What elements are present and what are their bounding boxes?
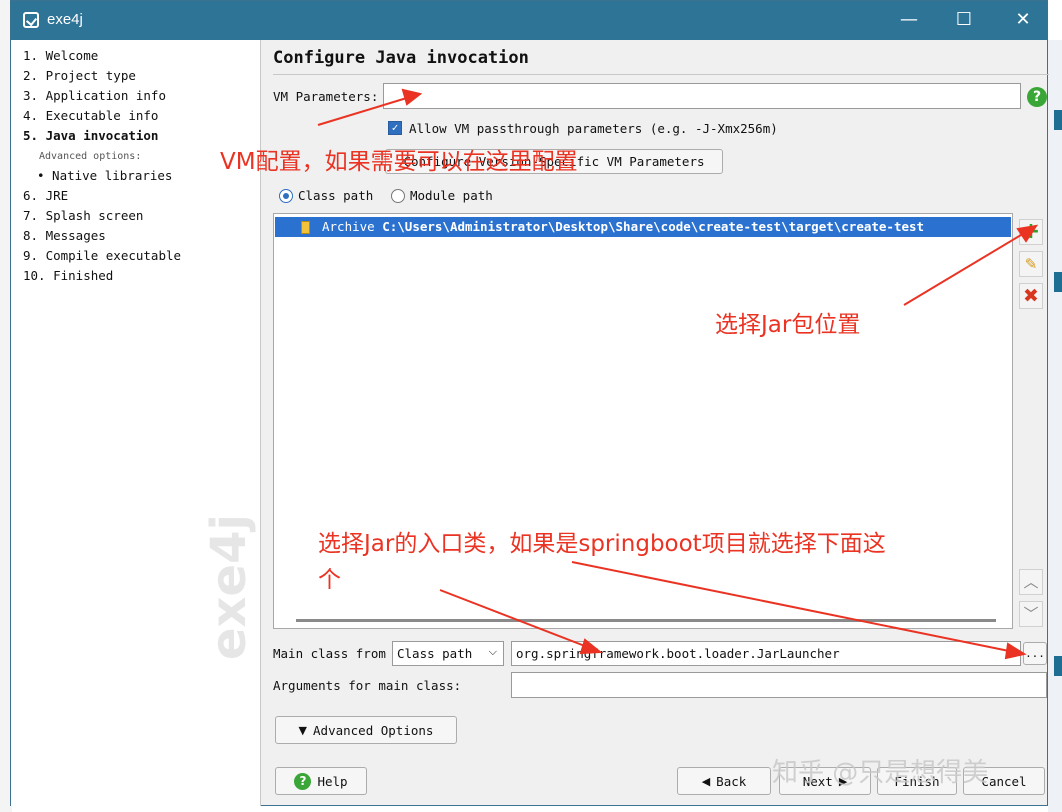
arrow-to-vm-parameters — [317, 96, 411, 126]
arrow-head-main-class — [579, 638, 603, 655]
arrow-to-browse-button — [571, 561, 1015, 653]
arrow-head-add-button — [1016, 224, 1039, 243]
arrow-to-main-class — [439, 589, 591, 649]
zhihu-watermark: 知乎 @只是想得美 — [772, 758, 989, 788]
annotation-arrows — [317, 88, 1039, 660]
arrow-to-add-button — [903, 231, 1027, 306]
arrow-head-browse-button — [1004, 642, 1027, 660]
arrow-head-vm-parameters — [401, 88, 423, 106]
